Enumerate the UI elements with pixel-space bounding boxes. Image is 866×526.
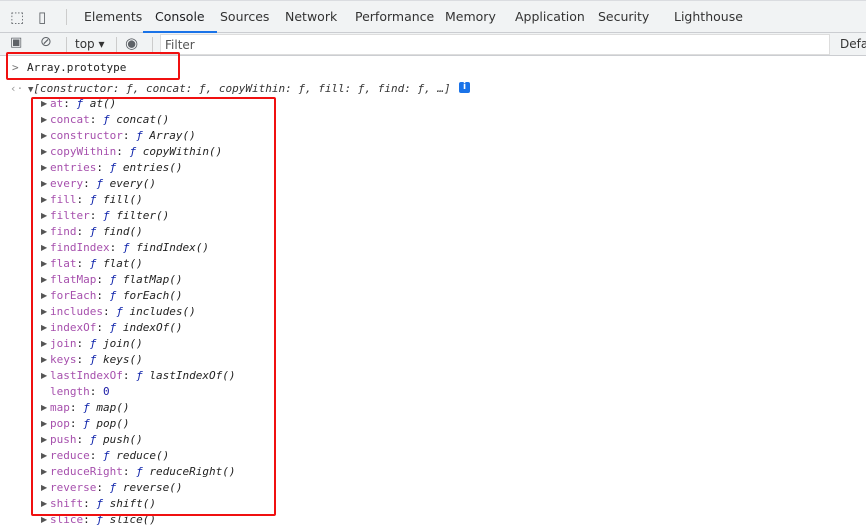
tab-elements[interactable]: Elements bbox=[84, 1, 142, 33]
divider bbox=[66, 37, 67, 52]
result-icon: ‹· bbox=[10, 82, 24, 95]
highlight-box-properties bbox=[31, 97, 276, 516]
divider bbox=[116, 37, 117, 52]
context-label: top bbox=[75, 37, 95, 51]
inspect-element-icon[interactable]: ⬚ bbox=[10, 8, 24, 26]
eye-icon[interactable]: ◉ bbox=[125, 34, 138, 52]
context-selector[interactable]: top ▾ bbox=[75, 37, 105, 51]
tab-sources[interactable]: Sources bbox=[220, 1, 269, 33]
tab-security[interactable]: Security bbox=[598, 1, 649, 33]
tab-lighthouse[interactable]: Lighthouse bbox=[674, 1, 743, 33]
device-toolbar-icon[interactable]: ▯ bbox=[38, 8, 46, 26]
tab-performance[interactable]: Performance bbox=[355, 1, 434, 33]
devtools-tab-bar: ⬚ ▯ Elements Console Sources Network Perform… bbox=[0, 0, 866, 33]
log-levels-dropdown[interactable]: Defa bbox=[840, 37, 866, 51]
info-icon[interactable]: i bbox=[459, 82, 470, 93]
tab-application[interactable]: Application bbox=[515, 1, 585, 33]
filter-input[interactable]: Filter bbox=[160, 34, 830, 55]
tab-memory[interactable]: Memory bbox=[445, 1, 496, 33]
summary-text: [constructor: ƒ, concat: ƒ, copyWithin: … bbox=[33, 82, 451, 95]
expand-triangle-icon[interactable]: ▶ bbox=[41, 515, 47, 524]
highlight-box-command bbox=[6, 52, 180, 80]
divider bbox=[152, 37, 153, 52]
tab-network[interactable]: Network bbox=[285, 1, 337, 33]
clear-console-icon[interactable]: ⊘ bbox=[40, 34, 52, 50]
sidebar-toggle-icon[interactable]: ▣ bbox=[10, 35, 22, 50]
divider bbox=[66, 9, 67, 25]
result-summary[interactable]: ▼[constructor: ƒ, concat: ƒ, copyWithin:… bbox=[28, 82, 451, 95]
tab-console[interactable]: Console bbox=[143, 1, 217, 33]
